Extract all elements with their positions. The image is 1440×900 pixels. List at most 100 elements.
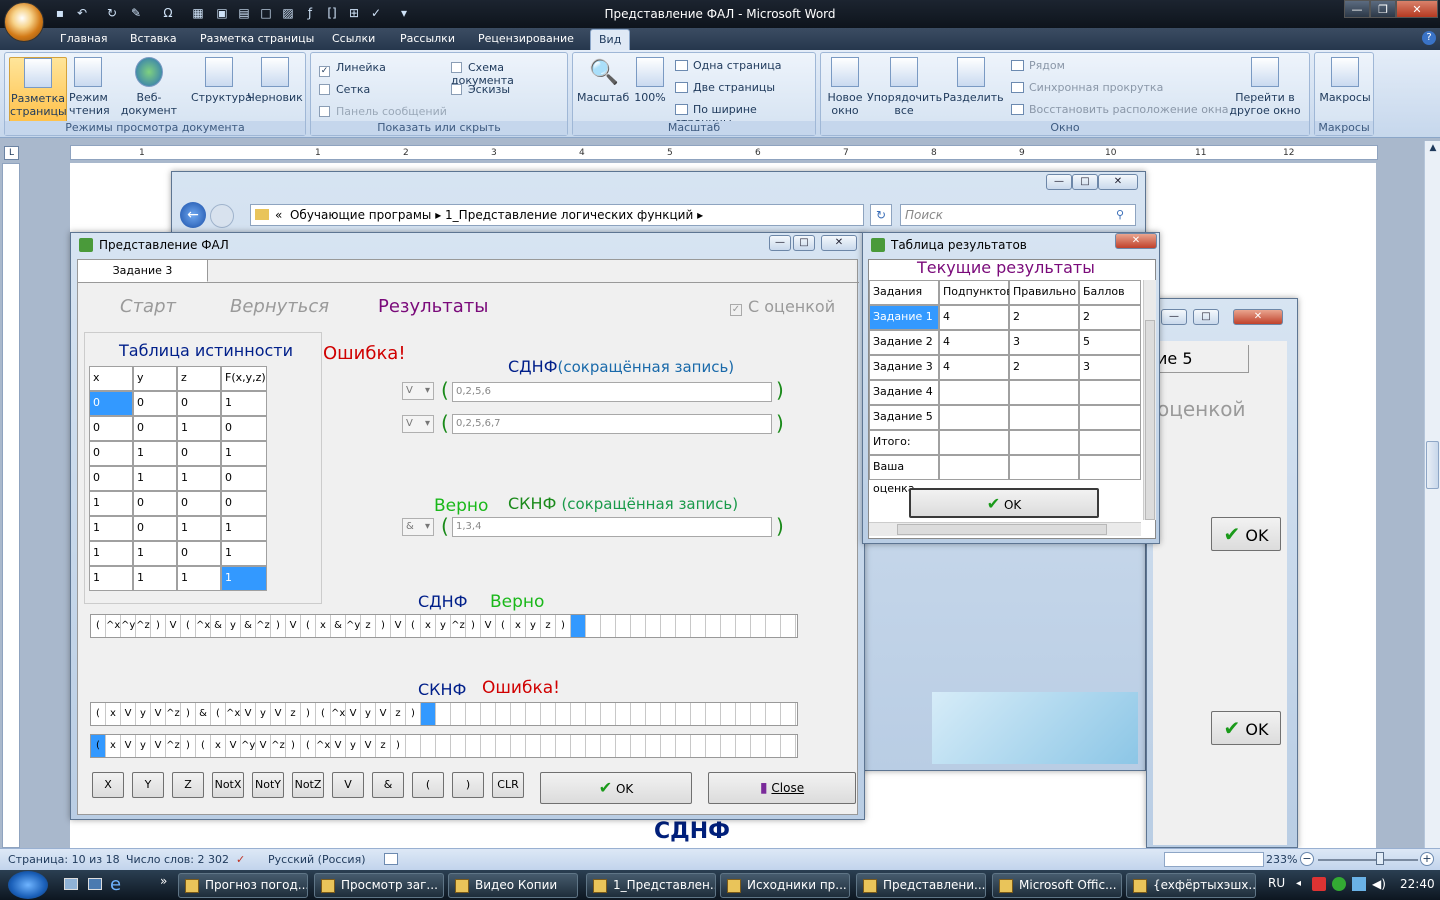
new-window-button[interactable]: Новое окно — [825, 57, 865, 117]
formula-cell[interactable] — [496, 703, 511, 725]
formula-cell[interactable] — [631, 615, 646, 637]
key-v-button[interactable]: V — [332, 772, 364, 798]
results-cell[interactable]: 4 — [939, 330, 1009, 355]
formula-cell[interactable] — [571, 615, 586, 637]
breadcrumb-2[interactable]: 1_Представление логических функций — [445, 208, 693, 222]
formula-cell[interactable] — [481, 735, 496, 757]
truth-cell[interactable]: 1 — [133, 466, 177, 491]
taskbar-item[interactable]: Просмотр заг... — [314, 873, 444, 898]
formula-cell[interactable] — [661, 735, 676, 757]
macros-button[interactable]: Макросы — [1319, 57, 1371, 104]
shapes-icon[interactable]: □ — [258, 5, 274, 21]
formula-cell[interactable] — [691, 703, 706, 725]
formula-cell[interactable]: y — [226, 615, 241, 637]
formula-cell[interactable]: ) — [181, 735, 196, 757]
key-x-button[interactable]: X — [92, 772, 124, 798]
view-buttons[interactable] — [1164, 852, 1264, 867]
formula-cell[interactable] — [436, 735, 451, 757]
formula-cell[interactable] — [661, 703, 676, 725]
sknf-input[interactable]: 1,3,4 — [452, 517, 772, 537]
back-button[interactable]: Вернуться — [230, 296, 329, 317]
help-icon[interactable]: ? — [1422, 31, 1436, 45]
formula-cell[interactable] — [751, 735, 766, 757]
network-icon[interactable] — [1352, 877, 1366, 891]
volume-icon[interactable]: ◀) — [1372, 877, 1386, 891]
formula-cell[interactable]: V — [481, 615, 496, 637]
results-cell[interactable] — [1009, 455, 1079, 480]
truth-cell[interactable]: 0 — [89, 391, 133, 416]
web-layout-button[interactable]: Веб-документ — [109, 57, 189, 117]
ruler-checkbox[interactable]: ✓ Линейка — [319, 61, 386, 77]
table-icon[interactable]: ▦ — [190, 5, 206, 21]
formula-cell[interactable] — [466, 735, 481, 757]
language-bar[interactable]: RU — [1268, 876, 1285, 890]
results-hscroll[interactable] — [869, 522, 1141, 536]
formula-cell[interactable]: V — [166, 615, 181, 637]
two-pages-button[interactable]: Две страницы — [675, 81, 775, 94]
key-y-button[interactable]: Y — [132, 772, 164, 798]
formula-cell[interactable]: y — [436, 615, 451, 637]
key-notz-button[interactable]: NotZ — [292, 772, 324, 798]
truth-cell[interactable]: 1 — [221, 516, 267, 541]
tray-icon-1[interactable] — [1312, 877, 1326, 891]
undo-icon[interactable]: ↶ — [74, 5, 90, 21]
brackets-icon[interactable]: [] — [324, 5, 340, 21]
page-counter[interactable]: Страница: 10 из 18 — [8, 853, 120, 866]
formula-cell[interactable]: V — [331, 735, 346, 757]
bg-ok-button-2[interactable]: ✔ OK — [1211, 711, 1281, 745]
switch-windows-icon[interactable] — [88, 878, 102, 890]
address-bar[interactable]: « Обучающие програмы ▸ 1_Представление л… — [250, 204, 864, 226]
formula-cell[interactable]: ( — [406, 615, 421, 637]
formula-cell[interactable]: V — [151, 735, 166, 757]
formula-cell[interactable] — [481, 703, 496, 725]
macro-record-icon[interactable] — [384, 853, 398, 865]
formula-cell[interactable]: x — [421, 615, 436, 637]
formula-cell[interactable] — [706, 615, 721, 637]
formula-cell[interactable]: V — [121, 735, 136, 757]
formula-cell[interactable] — [706, 703, 721, 725]
formula-cell[interactable]: V — [286, 615, 301, 637]
scroll-thumb[interactable] — [1426, 441, 1439, 489]
formula-cell[interactable]: ^z — [256, 615, 271, 637]
formula-cell[interactable]: ^z — [136, 615, 151, 637]
formula-cell[interactable]: V — [226, 735, 241, 757]
formula-cell[interactable]: V — [346, 703, 361, 725]
formula-cell[interactable]: & — [331, 615, 346, 637]
restore-button[interactable]: ❐ — [1370, 0, 1396, 18]
picture-icon[interactable]: ▨ — [280, 5, 296, 21]
truth-cell[interactable]: 0 — [89, 441, 133, 466]
key-notx-button[interactable]: NotX — [212, 772, 244, 798]
start-button[interactable]: Старт — [120, 296, 176, 317]
truth-cell[interactable]: 0 — [177, 541, 221, 566]
formula-cell[interactable]: V — [121, 703, 136, 725]
formula-cell[interactable]: V — [271, 703, 286, 725]
switch-windows-button[interactable]: Перейти в другое окно — [1227, 57, 1303, 117]
formula-cell[interactable]: x — [106, 703, 121, 725]
chart-icon[interactable]: ▤ — [236, 5, 252, 21]
formula-cell[interactable] — [421, 703, 436, 725]
formula-cell[interactable]: V — [391, 615, 406, 637]
results-cell[interactable] — [1009, 405, 1079, 430]
search-icon[interactable]: ⚲ — [1116, 208, 1124, 221]
scroll-up-icon[interactable]: ▲ — [1427, 143, 1439, 157]
formula-cell[interactable]: z — [541, 615, 556, 637]
bg-maximize-button[interactable]: □ — [1193, 309, 1219, 325]
search-input[interactable]: Поиск — [900, 204, 1136, 226]
formula-cell[interactable]: y — [346, 735, 361, 757]
formula-cell[interactable] — [661, 615, 676, 637]
taskbar-item[interactable]: Исходники пр... — [720, 873, 850, 898]
truth-cell[interactable]: 1 — [177, 566, 221, 591]
formula-cell[interactable] — [646, 735, 661, 757]
formula-cell[interactable]: ^z — [166, 735, 181, 757]
spell-icon[interactable]: ✓ — [368, 5, 384, 21]
tab-view[interactable]: Вид — [590, 29, 631, 50]
formula-cell[interactable]: ( — [91, 703, 106, 725]
refresh-icon[interactable]: ↻ — [870, 204, 892, 226]
results-cell[interactable] — [1079, 380, 1141, 405]
formula-cell[interactable]: y — [256, 703, 271, 725]
formula-cell[interactable] — [571, 703, 586, 725]
fal-maximize-button[interactable]: □ — [793, 235, 815, 251]
zoom-slider[interactable] — [1318, 859, 1418, 861]
formula-cell[interactable]: ( — [301, 735, 316, 757]
formula-cell[interactable] — [556, 703, 571, 725]
